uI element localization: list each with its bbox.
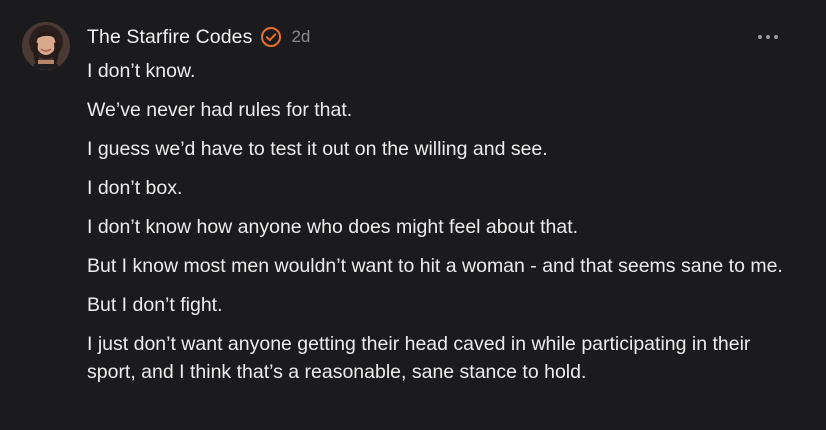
comment-paragraph: I guess we’d have to test it out on the …: [87, 138, 548, 160]
author-name[interactable]: The Starfire Codes: [87, 26, 252, 49]
comment-header: The Starfire Codes 2d: [87, 23, 310, 51]
avatar[interactable]: [22, 22, 70, 70]
comment-paragraph: But I don’t fight.: [87, 294, 223, 316]
comment-paragraph: I don’t know.: [87, 60, 196, 82]
verified-check-icon: [260, 26, 282, 48]
comment-body: I don’t know. We’ve never had rules for …: [87, 57, 787, 397]
avatar-image: [22, 22, 70, 70]
comment-paragraph: I don’t box.: [87, 177, 183, 199]
comment-card: The Starfire Codes 2d I don’t know. We’v…: [0, 0, 826, 430]
comment-paragraph: We’ve never had rules for that.: [87, 99, 353, 121]
more-options-icon[interactable]: [758, 33, 778, 41]
dot: [766, 35, 770, 39]
comment-paragraph: But I know most men wouldn’t want to hit…: [87, 255, 783, 277]
timestamp[interactable]: 2d: [291, 27, 310, 47]
comment-paragraph: I don’t know how anyone who does might f…: [87, 216, 579, 238]
dot: [758, 35, 762, 39]
comment-paragraph: I just don’t want anyone getting their h…: [87, 333, 751, 383]
dot: [774, 35, 778, 39]
